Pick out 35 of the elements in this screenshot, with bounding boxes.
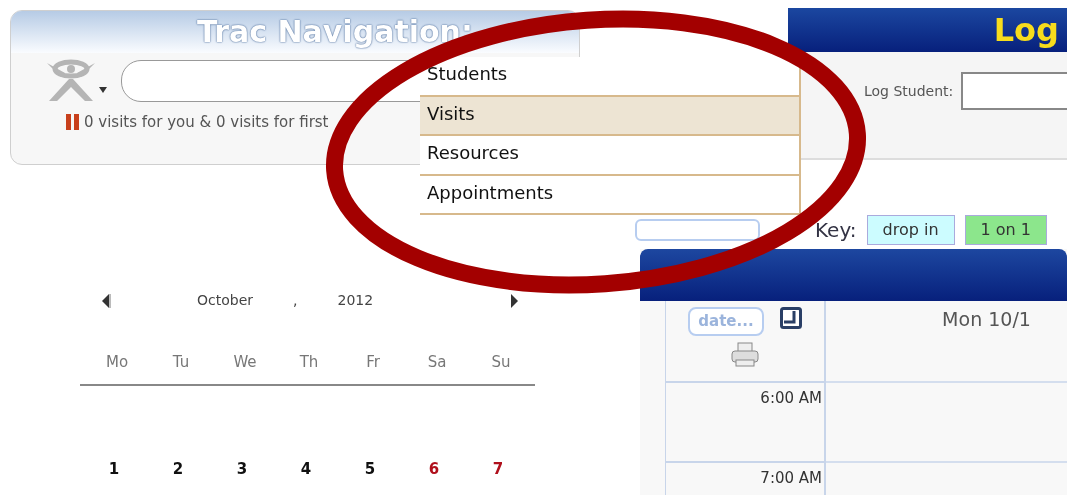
field-label: Log Student: [864, 81, 954, 101]
visits-status: 0 visits for you & 0 visits for first [84, 112, 329, 133]
weekday-label: We [232, 352, 258, 373]
time-label: 6:00 AM [760, 389, 822, 407]
calendar-day[interactable]: 2 [146, 457, 210, 480]
square-icon[interactable] [779, 307, 802, 329]
legend-tag: 1 on 1 [964, 215, 1047, 245]
key-label: Key: [815, 217, 857, 244]
time-label: 7:00 AM [760, 469, 822, 487]
menu-item[interactable]: Appointments [420, 175, 801, 216]
year-label[interactable]: 2012 [337, 290, 374, 311]
calendar-day[interactable]: 7 [466, 457, 530, 480]
weekday-label: Tu [171, 352, 191, 373]
calendar-day[interactable]: 4 [274, 457, 338, 480]
calendar-day[interactable]: 5 [338, 457, 402, 480]
menu-item[interactable]: Visits [420, 96, 801, 137]
day-header: Mon 10/1 [942, 307, 1031, 332]
weekday-label: Th [298, 352, 320, 373]
menu-item[interactable]: Resources [420, 136, 801, 176]
weekday-label: Fr [365, 352, 381, 373]
student-field[interactable] [961, 72, 1067, 110]
weekday-label: Su [490, 352, 512, 373]
calendar-day[interactable]: 6 [402, 457, 466, 480]
pause-icon [66, 114, 80, 131]
previous-icon[interactable] [100, 292, 112, 309]
panel-title: Trac Navigation: [197, 17, 473, 47]
date-separator: , [293, 291, 298, 310]
weekday-label: Mo [104, 352, 130, 373]
month-label[interactable]: October [197, 290, 254, 311]
next-icon[interactable] [508, 292, 520, 309]
legend-tag: drop in [866, 215, 955, 245]
calendar-day[interactable]: 3 [210, 457, 274, 480]
weekday-label: Sa [426, 352, 448, 373]
panel-title: Log [993, 14, 1059, 46]
calendar-day[interactable]: 1 [82, 457, 146, 480]
